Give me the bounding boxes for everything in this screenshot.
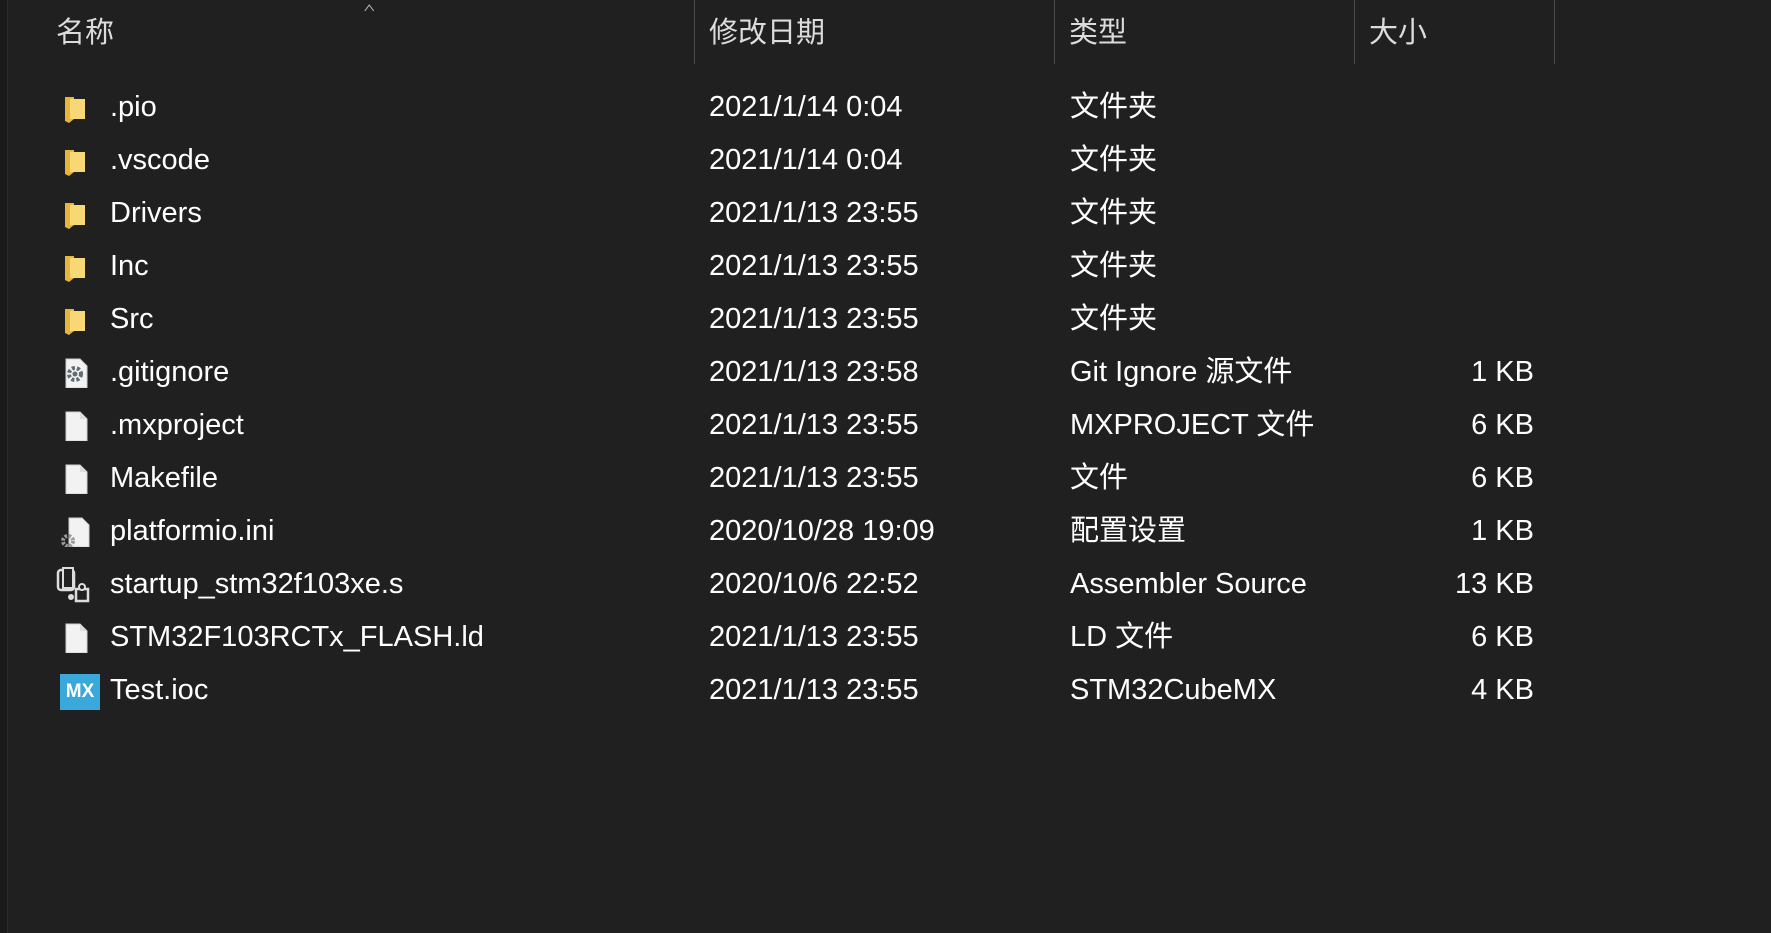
column-header-size[interactable]: 大小 — [1369, 0, 1539, 64]
file-name: .mxproject — [110, 409, 244, 441]
column-header-type[interactable]: 类型 — [1069, 0, 1339, 64]
file-name: startup_stm32f103xe.s — [110, 568, 404, 600]
file-name: .vscode — [110, 144, 210, 176]
file-row[interactable]: Src 2021/1/13 23:55 文件夹 — [50, 293, 1550, 346]
file-name: .gitignore — [110, 356, 230, 388]
file-row[interactable]: .gitignore 2021/1/13 23:58 Git Ignore 源文件 1… — [50, 346, 1550, 399]
file-type: 配置设置 — [1070, 515, 1187, 547]
file-name: .pio — [110, 91, 157, 123]
gear-file-icon — [60, 358, 90, 389]
column-header-name[interactable]: 名称 — [56, 0, 686, 64]
file-row[interactable]: .vscode 2021/1/14 0:04 文件夹 — [50, 134, 1550, 187]
file-size: 6 KB — [1471, 462, 1534, 494]
column-header: 名称 修改日期 类型 大小 — [0, 0, 1771, 64]
file-type: 文件 — [1070, 462, 1129, 494]
folder-icon — [60, 305, 90, 335]
file-date-modified: 2021/1/13 23:55 — [709, 409, 919, 441]
file-icon — [60, 411, 90, 442]
column-divider[interactable] — [1054, 0, 1055, 64]
stm32cubemx-icon: MX — [60, 674, 100, 710]
file-row[interactable]: Drivers 2021/1/13 23:55 文件夹 — [50, 187, 1550, 240]
file-name: Test.ioc — [110, 674, 209, 706]
file-size: 13 KB — [1455, 568, 1534, 600]
file-type: Assembler Source — [1070, 568, 1307, 600]
file-icon — [60, 464, 90, 495]
file-date-modified: 2021/1/13 23:55 — [709, 674, 919, 706]
column-divider[interactable] — [1354, 0, 1355, 64]
file-date-modified: 2020/10/28 19:09 — [709, 515, 935, 547]
file-size: 4 KB — [1471, 674, 1534, 706]
file-size: 1 KB — [1471, 356, 1534, 388]
column-divider[interactable] — [1554, 0, 1555, 64]
file-icon — [60, 623, 90, 654]
file-type: STM32CubeMX — [1070, 674, 1277, 706]
assembler-file-icon — [56, 567, 90, 603]
file-size: 6 KB — [1471, 621, 1534, 653]
folder-icon — [60, 199, 90, 229]
file-name: platformio.ini — [110, 515, 275, 547]
file-row[interactable]: .pio 2021/1/14 0:04 文件夹 — [50, 81, 1550, 134]
settings-file-icon — [60, 517, 90, 548]
folder-icon — [60, 252, 90, 282]
file-row[interactable]: startup_stm32f103xe.s 2020/10/6 22:52 Asse… — [50, 558, 1550, 611]
file-type: 文件夹 — [1070, 303, 1158, 335]
file-row[interactable]: platformio.ini 2020/10/28 19:09 配置设置 1 KB — [50, 505, 1550, 558]
file-type: 文件夹 — [1070, 250, 1158, 282]
file-date-modified: 2021/1/13 23:55 — [709, 621, 919, 653]
file-type: MXPROJECT 文件 — [1070, 409, 1315, 441]
file-name: Makefile — [110, 462, 218, 494]
file-date-modified: 2021/1/13 23:55 — [709, 197, 919, 229]
file-size: 6 KB — [1471, 409, 1534, 441]
file-type: 文件夹 — [1070, 91, 1158, 123]
file-type: LD 文件 — [1070, 621, 1174, 653]
file-type: Git Ignore 源文件 — [1070, 356, 1293, 388]
file-name: STM32F103RCTx_FLASH.ld — [110, 621, 484, 653]
file-name: Inc — [110, 250, 149, 282]
file-row[interactable]: Makefile 2021/1/13 23:55 文件 6 KB — [50, 452, 1550, 505]
column-divider[interactable] — [694, 0, 695, 64]
folder-icon — [60, 93, 90, 123]
column-header-date[interactable]: 修改日期 — [709, 0, 1039, 64]
file-date-modified: 2021/1/13 23:58 — [709, 356, 919, 388]
file-date-modified: 2021/1/13 23:55 — [709, 462, 919, 494]
file-name: Src — [110, 303, 154, 335]
file-row[interactable]: STM32F103RCTx_FLASH.ld 2021/1/13 23:55 LD … — [50, 611, 1550, 664]
file-row[interactable]: .mxproject 2021/1/13 23:55 MXPROJECT 文件 6 K… — [50, 399, 1550, 452]
file-date-modified: 2021/1/14 0:04 — [709, 144, 903, 176]
file-row[interactable]: Inc 2021/1/13 23:55 文件夹 — [50, 240, 1550, 293]
navigation-pane-edge — [0, 0, 8, 933]
file-type: 文件夹 — [1070, 197, 1158, 229]
file-type: 文件夹 — [1070, 144, 1158, 176]
file-date-modified: 2020/10/6 22:52 — [709, 568, 919, 600]
file-date-modified: 2021/1/13 23:55 — [709, 250, 919, 282]
file-row[interactable]: MX Test.ioc 2021/1/13 23:55 STM32CubeMX 4 KB — [50, 664, 1550, 717]
file-date-modified: 2021/1/13 23:55 — [709, 303, 919, 335]
file-name: Drivers — [110, 197, 202, 229]
file-date-modified: 2021/1/14 0:04 — [709, 91, 903, 123]
folder-icon — [60, 146, 90, 176]
file-size: 1 KB — [1471, 515, 1534, 547]
